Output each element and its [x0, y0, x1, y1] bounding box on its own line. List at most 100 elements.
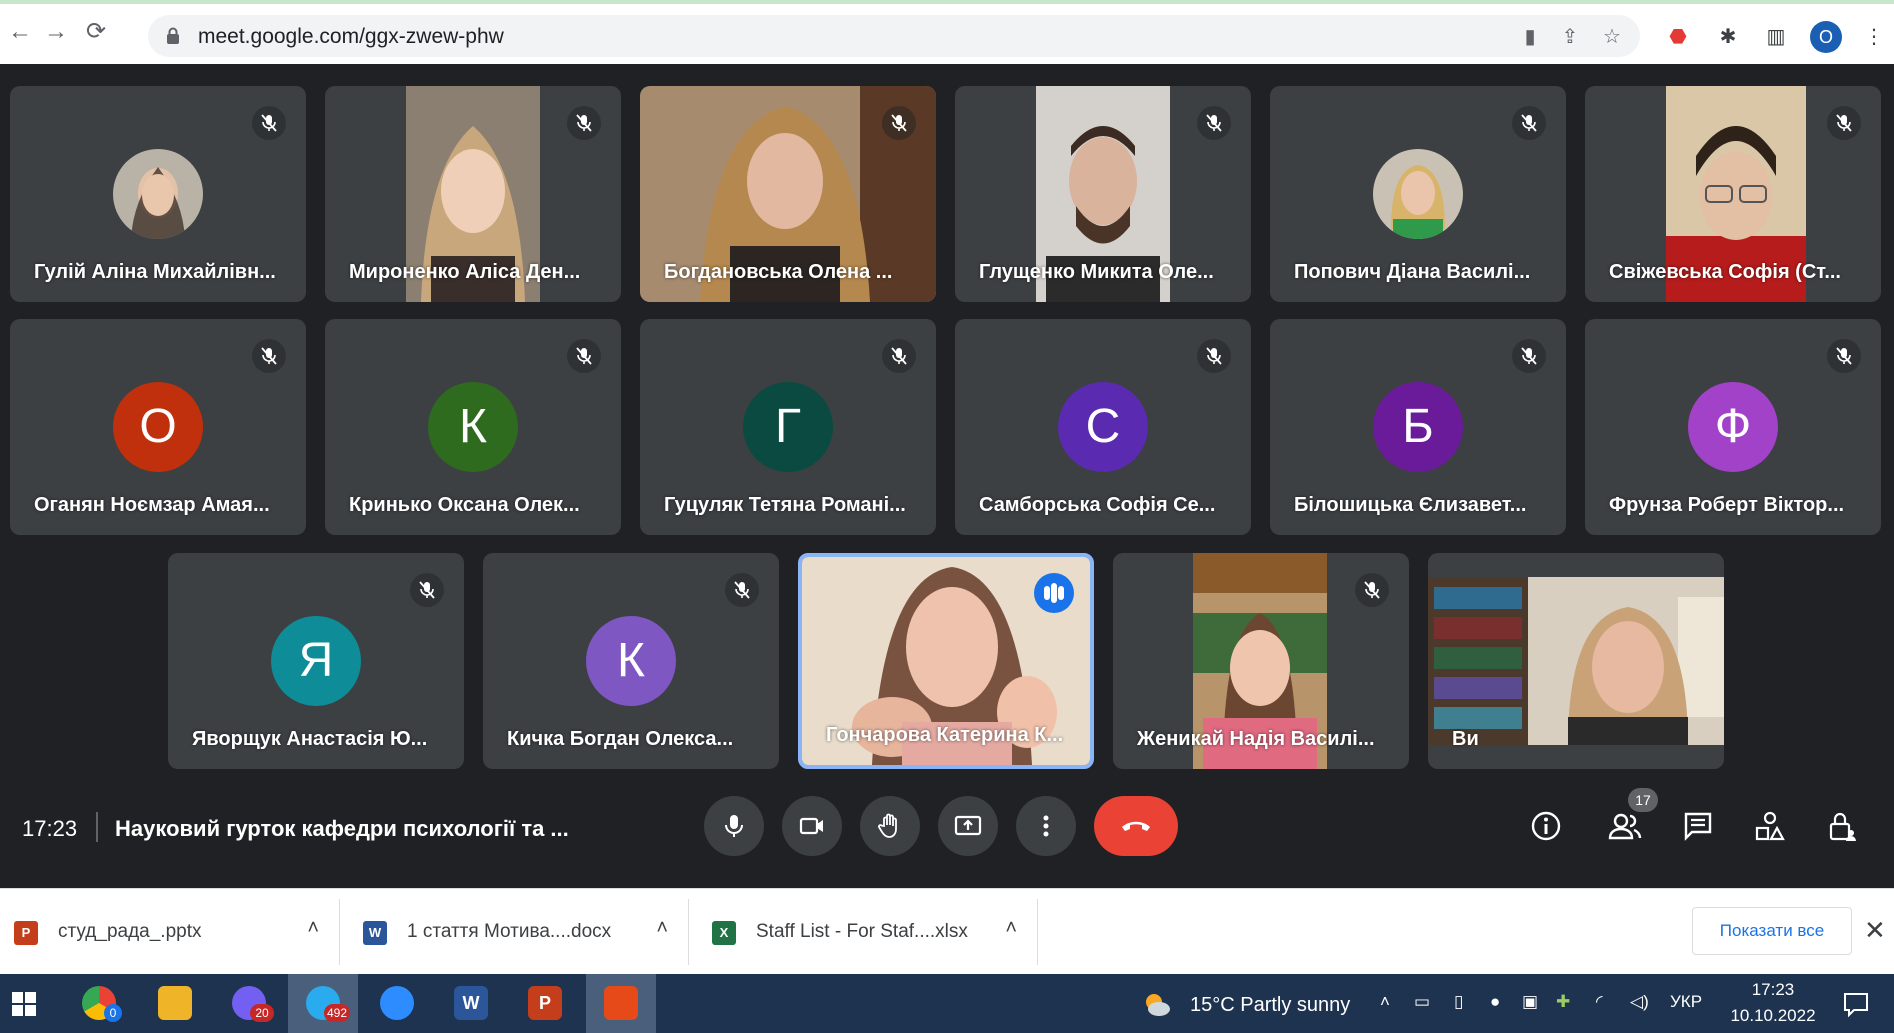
participant-avatar: Б — [1373, 382, 1463, 472]
activities-button[interactable] — [1754, 810, 1786, 842]
participant-tile[interactable]: Б Білошицька Єлизавет... — [1270, 319, 1566, 535]
participant-tile[interactable]: К Кичка Богдан Олекса... — [483, 553, 779, 769]
side-panel-icon[interactable]: ▥ — [1762, 23, 1790, 51]
participant-name: Свіжевська Софія (Ст... — [1609, 261, 1841, 283]
leave-call-button[interactable] — [1094, 796, 1178, 856]
share-icon[interactable]: ⇪ — [1558, 25, 1582, 49]
participant-tile[interactable]: Богдановська Олена ... — [640, 86, 936, 302]
download-filename: Staff List - For Staf....xlsx — [756, 921, 968, 942]
chevron-up-icon[interactable]: ˄ — [656, 917, 668, 940]
viber-badge: 20 — [250, 1004, 274, 1022]
bookmark-star-icon[interactable]: ☆ — [1600, 25, 1624, 49]
speaking-indicator-icon — [1034, 573, 1074, 613]
device-icon[interactable]: ▯ — [1454, 992, 1463, 1012]
chat-icon — [1684, 812, 1712, 841]
download-item[interactable]: X Staff List - For Staf....xlsx ˄ — [698, 899, 1038, 965]
taskbar-chrome[interactable]: 0 — [64, 974, 134, 1033]
participant-tile[interactable]: Женикай Надія Василі... — [1113, 553, 1409, 769]
download-item[interactable]: P студ_рада_.pptx ˄ — [0, 899, 340, 965]
more-options-button[interactable] — [1016, 796, 1076, 856]
taskbar-clock[interactable]: 17:23 — [1728, 980, 1818, 1000]
word-icon: W — [454, 986, 488, 1020]
participant-tile-active-speaker[interactable]: Гончарова Катерина К... — [798, 553, 1094, 769]
taskbar-viber[interactable]: 20 — [214, 974, 284, 1033]
weather-partly-sunny-icon[interactable] — [1140, 988, 1172, 1020]
close-icon[interactable]: ✕ — [1864, 915, 1886, 946]
forward-icon[interactable]: → — [42, 18, 70, 46]
downloads-bar: P студ_рада_.pptx ˄ W 1 стаття Мотива...… — [0, 888, 1894, 974]
participant-tile[interactable]: Ф Фрунза Роберт Віктор... — [1585, 319, 1881, 535]
chat-button[interactable] — [1682, 810, 1714, 842]
participant-tile[interactable]: Попович Діана Василі... — [1270, 86, 1566, 302]
participant-tile[interactable]: Я Яворщук Анастасія Ю... — [168, 553, 464, 769]
taskbar-telegram[interactable]: 492 — [288, 974, 358, 1033]
mic-off-icon — [1197, 339, 1231, 373]
participant-name: Гуцуляк Тетяна Романі... — [664, 494, 906, 516]
chevron-up-icon[interactable]: ˄ — [307, 917, 319, 940]
camera-blocked-icon[interactable]: ▮ — [1518, 25, 1542, 49]
taskbar-file-explorer[interactable] — [140, 974, 210, 1033]
participant-tile[interactable]: К Кринько Оксана Олек... — [325, 319, 621, 535]
camera-icon — [799, 817, 823, 835]
participant-tile[interactable]: Гулій Аліна Михайлівн... — [10, 86, 306, 302]
mic-off-icon — [567, 106, 601, 140]
participant-tile[interactable]: О Оганян Ноємзар Амая... — [10, 319, 306, 535]
participant-tile[interactable]: Глущенко Микита Оле... — [955, 86, 1251, 302]
taskbar-date[interactable]: 10.10.2022 — [1726, 1006, 1820, 1026]
download-item[interactable]: W 1 стаття Мотива....docx ˄ — [349, 899, 689, 965]
participant-tile[interactable]: Мироненко Аліса Ден... — [325, 86, 621, 302]
participant-name: Мироненко Аліса Ден... — [349, 261, 581, 283]
show-all-downloads-button[interactable]: Показати все — [1692, 907, 1852, 955]
notifications-icon[interactable] — [1842, 990, 1870, 1018]
host-controls-button[interactable] — [1826, 810, 1858, 842]
weather-text[interactable]: 15°C Partly sunny — [1190, 994, 1350, 1017]
back-icon[interactable]: ← — [6, 18, 34, 46]
windows-logo-icon — [12, 992, 36, 1016]
reload-icon[interactable]: ⟳ — [82, 18, 110, 46]
participant-tile[interactable]: Свіжевська Софія (Ст... — [1585, 86, 1881, 302]
extensions-puzzle-icon[interactable]: ✱ — [1714, 23, 1742, 51]
microphone-icon[interactable]: ● — [1490, 992, 1500, 1012]
meeting-clock: 17:23 — [22, 816, 78, 841]
excel-icon: X — [712, 921, 736, 945]
people-icon — [1608, 813, 1642, 840]
mic-off-icon — [725, 573, 759, 607]
mic-off-icon — [882, 339, 916, 373]
people-button[interactable] — [1608, 810, 1642, 842]
volume-icon[interactable]: ◁) — [1630, 992, 1649, 1012]
lock-icon[interactable] — [166, 27, 180, 45]
chevron-up-icon[interactable]: ˄ — [1005, 917, 1017, 940]
participant-tile[interactable]: Г Гуцуляк Тетяна Романі... — [640, 319, 936, 535]
taskbar-app-active[interactable] — [586, 974, 656, 1033]
display-icon[interactable]: ▣ — [1522, 992, 1538, 1012]
participant-name: Гулій Аліна Михайлівн... — [34, 261, 276, 283]
browser-menu-icon[interactable]: ⋮ — [1860, 23, 1888, 51]
security-icon[interactable]: ✚ — [1556, 992, 1570, 1012]
battery-icon[interactable]: ▭ — [1414, 992, 1430, 1012]
participant-name: Яворщук Анастасія Ю... — [192, 728, 428, 750]
mic-off-icon — [410, 573, 444, 607]
participant-avatar: К — [586, 616, 676, 706]
url-text: meet.google.com/ggx-zwew-phw — [198, 25, 504, 48]
language-indicator[interactable]: УКР — [1670, 992, 1702, 1012]
raise-hand-button[interactable] — [860, 796, 920, 856]
meeting-details-button[interactable] — [1530, 810, 1562, 842]
participant-tile[interactable]: С Самборська Софія Се... — [955, 319, 1251, 535]
adblock-extension-icon[interactable]: ⬣ — [1664, 23, 1692, 51]
wifi-icon[interactable]: ◜ — [1596, 992, 1603, 1012]
mic-off-icon — [252, 339, 286, 373]
start-button[interactable] — [0, 974, 70, 1033]
taskbar-word[interactable]: W — [436, 974, 506, 1033]
participant-name: Женикай Надія Василі... — [1137, 728, 1375, 750]
chevron-up-icon[interactable]: ˄ — [1380, 992, 1390, 1012]
microphone-button[interactable] — [704, 796, 764, 856]
address-bar[interactable]: meet.google.com/ggx-zwew-phw ▮ ⇪ ☆ — [148, 15, 1640, 57]
taskbar-zoom[interactable] — [362, 974, 432, 1033]
present-screen-button[interactable] — [938, 796, 998, 856]
profile-avatar[interactable]: O — [1810, 21, 1842, 53]
self-view-tile[interactable]: Ви — [1428, 553, 1724, 769]
participants-count-badge: 17 — [1628, 788, 1658, 812]
taskbar-powerpoint[interactable]: P — [510, 974, 580, 1033]
camera-button[interactable] — [782, 796, 842, 856]
activities-shapes-icon — [1755, 811, 1785, 841]
